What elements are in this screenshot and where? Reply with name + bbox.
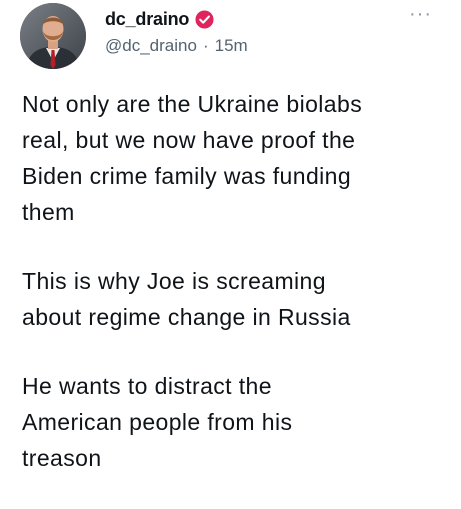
tweet-paragraph: Not only are the Ukraine biolabs real, b…: [22, 91, 363, 225]
display-name[interactable]: dc_draino: [105, 9, 189, 30]
handle[interactable]: @dc_draino: [105, 36, 197, 56]
verified-badge-icon: [195, 9, 214, 29]
name-row: dc_draino: [105, 8, 214, 30]
avatar[interactable]: [20, 3, 86, 69]
tweet-paragraph: This is why Joe is screaming about regim…: [22, 268, 351, 330]
avatar-image: [20, 3, 86, 69]
tweet: dc_draino @dc_draino · 15m ··· Not only …: [0, 0, 461, 500]
tweet-text: Not only are the Ukraine biolabs real, b…: [22, 86, 447, 509]
more-options-icon[interactable]: ···: [409, 4, 432, 24]
timestamp[interactable]: 15m: [215, 36, 248, 56]
tweet-header: dc_draino @dc_draino · 15m ···: [16, 0, 446, 75]
separator: ·: [202, 36, 209, 55]
handle-row: @dc_draino · 15m: [105, 36, 248, 56]
tweet-paragraph: He wants to distract the American people…: [22, 373, 293, 471]
